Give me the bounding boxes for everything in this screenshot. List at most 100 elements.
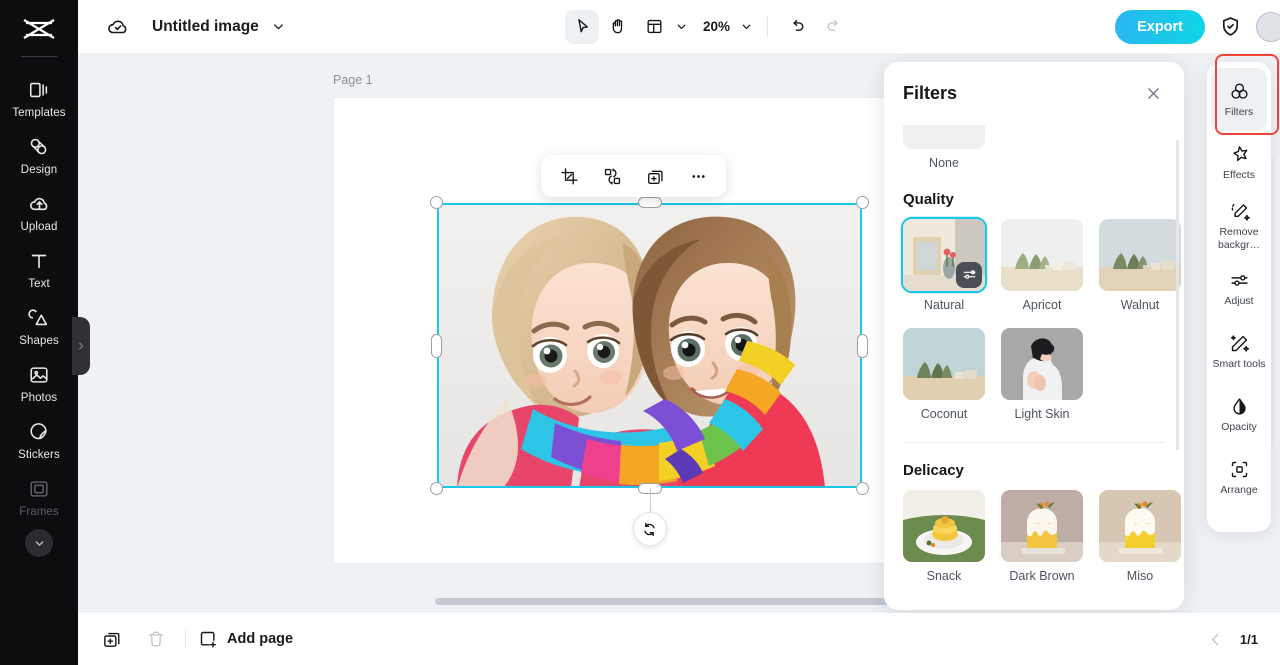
filter-label: Walnut xyxy=(1099,298,1181,314)
redo-button[interactable] xyxy=(816,10,850,44)
filter-thumbnail[interactable] xyxy=(1001,490,1083,562)
resize-handle-right[interactable] xyxy=(857,334,868,358)
right-rail-scrollbar[interactable] xyxy=(1271,157,1274,447)
resize-handle-top-left[interactable] xyxy=(430,196,443,209)
filter-thumbnail[interactable] xyxy=(1099,490,1181,562)
sidebar-item-shapes[interactable]: Shapes xyxy=(0,297,78,354)
duplicate-plus-icon[interactable] xyxy=(639,160,671,192)
filter-item-snack[interactable]: Snack xyxy=(903,490,985,585)
sidebar-item-frames[interactable]: Frames xyxy=(0,468,78,525)
sidebar-label: Design xyxy=(21,164,57,176)
filter-item-none[interactable]: None xyxy=(903,125,985,172)
filter-item-natural[interactable]: Natural xyxy=(903,219,985,314)
page-label: Page 1 xyxy=(333,73,373,87)
right-tool-remove-background[interactable]: Remove backgr… xyxy=(1207,194,1271,257)
resize-handle-left[interactable] xyxy=(431,334,442,358)
filter-row: Coconut Light Skin xyxy=(903,328,1165,423)
right-tool-adjust[interactable]: Adjust xyxy=(1207,257,1271,320)
filter-item-empty xyxy=(1099,328,1165,423)
document-title[interactable]: Untitled image xyxy=(152,18,259,36)
sidebar-label: Frames xyxy=(19,506,59,518)
sidebar-item-stickers[interactable]: Stickers xyxy=(0,411,78,468)
filters-panel-header: Filters xyxy=(884,62,1184,125)
thumbnail-image xyxy=(1099,490,1181,562)
filter-thumbnail[interactable] xyxy=(903,219,985,291)
filters-panel-scrollbar[interactable] xyxy=(1176,140,1179,450)
filter-item-dark-brown[interactable]: Dark Brown xyxy=(1001,490,1083,585)
capcut-logo[interactable] xyxy=(17,12,61,46)
replace-swap-icon[interactable] xyxy=(596,160,628,192)
photo-image-icon xyxy=(27,363,51,387)
sidebar-item-templates[interactable]: Templates xyxy=(0,69,78,126)
undo-button[interactable] xyxy=(780,10,814,44)
adjust-sliders-icon[interactable] xyxy=(956,262,982,288)
filter-thumbnail[interactable] xyxy=(1001,219,1083,291)
add-page-button[interactable]: Add page xyxy=(198,629,293,649)
layout-tool-button[interactable] xyxy=(637,10,671,44)
right-tool-smart-tools[interactable]: Smart tools xyxy=(1207,320,1271,383)
crop-icon[interactable] xyxy=(553,160,585,192)
export-button[interactable]: Export xyxy=(1115,10,1205,44)
hand-tool-button[interactable] xyxy=(601,10,635,44)
filters-panel-body[interactable]: None Quality xyxy=(884,125,1184,610)
filter-row: Snack xyxy=(903,490,1165,585)
delete-page-button[interactable] xyxy=(139,622,173,656)
filters-panel: Filters None Quality xyxy=(884,62,1184,610)
sidebar-item-text[interactable]: Text xyxy=(0,240,78,297)
sidebar-item-upload[interactable]: Upload xyxy=(0,183,78,240)
rotate-icon[interactable] xyxy=(633,512,667,546)
filter-item-coconut[interactable]: Coconut xyxy=(903,328,985,423)
filter-item-walnut[interactable]: Walnut xyxy=(1099,219,1181,314)
filter-label: Natural xyxy=(903,298,985,314)
filter-thumbnail[interactable] xyxy=(1001,328,1083,400)
close-x-icon[interactable] xyxy=(1140,81,1166,107)
layout-chevron-down-icon[interactable] xyxy=(672,12,690,42)
right-tool-arrange[interactable]: Arrange xyxy=(1207,446,1271,509)
image-content xyxy=(437,203,862,488)
sidebar-collapse-button[interactable] xyxy=(25,529,53,557)
select-tool-button[interactable] xyxy=(565,10,599,44)
thumbnail-image xyxy=(903,328,985,400)
filter-thumbnail[interactable] xyxy=(903,328,985,400)
filter-item-light-skin[interactable]: Light Skin xyxy=(1001,328,1083,423)
avatar[interactable] xyxy=(1256,12,1280,42)
more-dots-icon[interactable] xyxy=(682,160,714,192)
filter-thumbnail[interactable] xyxy=(903,125,985,149)
resize-handle-top-right[interactable] xyxy=(856,196,869,209)
upload-cloud-icon xyxy=(27,192,51,216)
resize-handle-bottom-left[interactable] xyxy=(430,482,443,495)
sidebar-item-design[interactable]: Design xyxy=(0,126,78,183)
chevron-left-icon[interactable] xyxy=(1207,631,1224,648)
bottom-bar: Add page 1/1 xyxy=(78,613,1280,665)
rotate-stem xyxy=(650,488,651,512)
filter-label: Apricot xyxy=(1001,298,1083,314)
right-tool-label: Smart tools xyxy=(1212,358,1265,370)
filter-item-apricot[interactable]: Apricot xyxy=(1001,219,1083,314)
chevron-down-icon[interactable] xyxy=(271,19,286,34)
page-navigation: 1/1 xyxy=(1207,631,1280,648)
sidebar-expand-tab[interactable] xyxy=(72,317,90,375)
right-tool-filters[interactable]: Filters xyxy=(1211,68,1267,131)
resize-handle-bottom-right[interactable] xyxy=(856,482,869,495)
filter-label: None xyxy=(903,156,985,172)
thumbnail-image xyxy=(1001,490,1083,562)
filter-section-title-quality: Quality xyxy=(903,191,1165,208)
right-tool-label: Opacity xyxy=(1221,421,1257,433)
filter-thumbnail[interactable] xyxy=(903,490,985,562)
shield-check-icon[interactable] xyxy=(1219,15,1242,38)
selected-image-object[interactable] xyxy=(437,203,862,488)
right-tool-opacity[interactable]: Opacity xyxy=(1207,383,1271,446)
duplicate-page-icon[interactable] xyxy=(95,622,129,656)
zoom-chevron-down-icon[interactable] xyxy=(737,12,755,42)
resize-handle-top[interactable] xyxy=(638,197,662,208)
cloud-check-icon[interactable] xyxy=(106,15,130,39)
section-divider xyxy=(903,442,1165,443)
zoom-level-value[interactable]: 20% xyxy=(692,19,735,34)
filter-thumbnail[interactable] xyxy=(1099,219,1181,291)
sidebar-item-photos[interactable]: Photos xyxy=(0,354,78,411)
filter-item-miso[interactable]: Miso xyxy=(1099,490,1181,585)
bottom-divider xyxy=(185,629,186,649)
rail-divider xyxy=(21,56,57,57)
right-tool-effects[interactable]: Effects xyxy=(1207,131,1271,194)
horizontal-scrollbar[interactable] xyxy=(435,598,935,605)
